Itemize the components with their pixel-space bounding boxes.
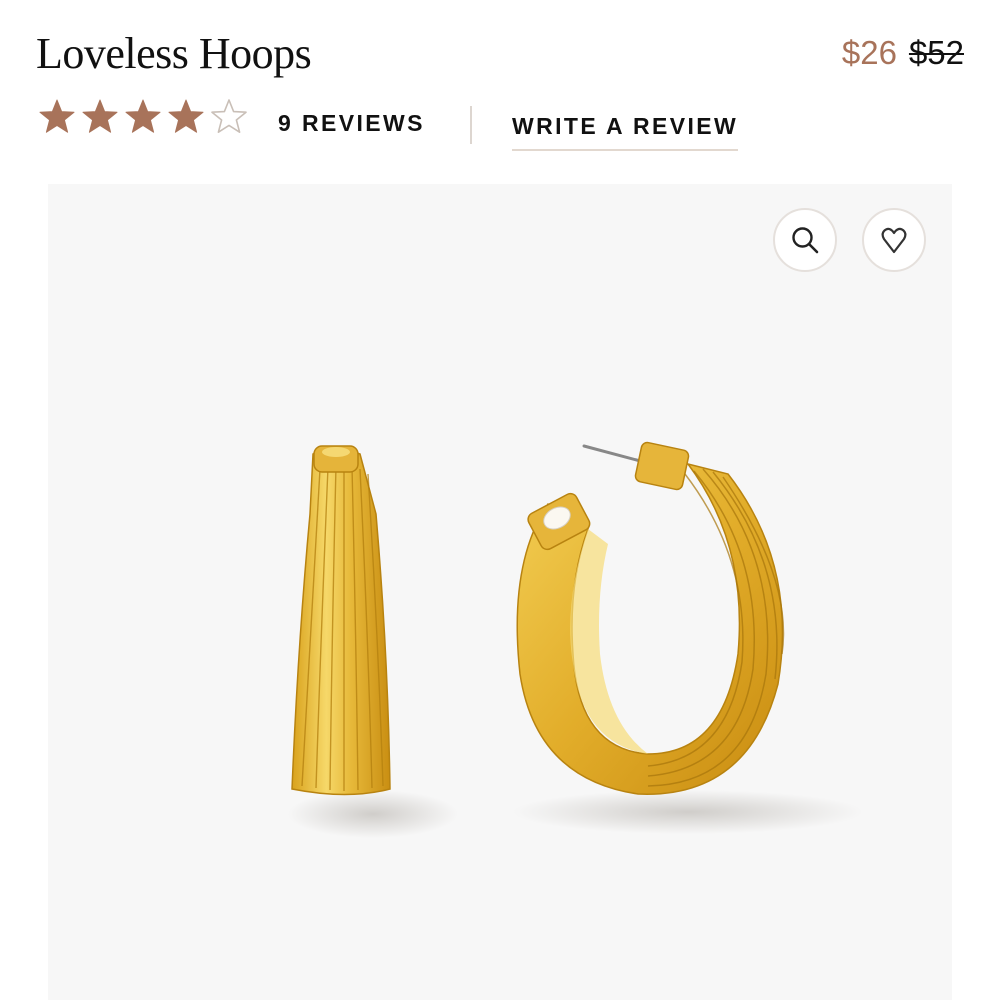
star-rating[interactable] xyxy=(38,98,248,136)
product-image-panel xyxy=(48,184,952,1000)
star-filled-icon[interactable] xyxy=(124,98,162,136)
zoom-button[interactable] xyxy=(773,208,837,272)
original-price: $52 xyxy=(908,34,964,71)
search-icon xyxy=(792,227,819,254)
sale-price: $26 xyxy=(841,34,897,71)
star-filled-icon[interactable] xyxy=(38,98,76,136)
product-title: Loveless Hoops xyxy=(36,29,312,78)
star-filled-icon[interactable] xyxy=(81,98,119,136)
price: $26 $52 xyxy=(842,34,964,72)
star-empty-icon[interactable] xyxy=(210,98,248,136)
star-filled-icon[interactable] xyxy=(167,98,205,136)
heart-icon xyxy=(881,227,907,254)
reviews-link[interactable]: 9 REVIEWS xyxy=(278,110,425,137)
favorite-button[interactable] xyxy=(862,208,926,272)
product-image[interactable] xyxy=(48,184,952,1000)
write-review-link[interactable]: WRITE A REVIEW xyxy=(512,113,739,151)
divider xyxy=(470,106,472,144)
